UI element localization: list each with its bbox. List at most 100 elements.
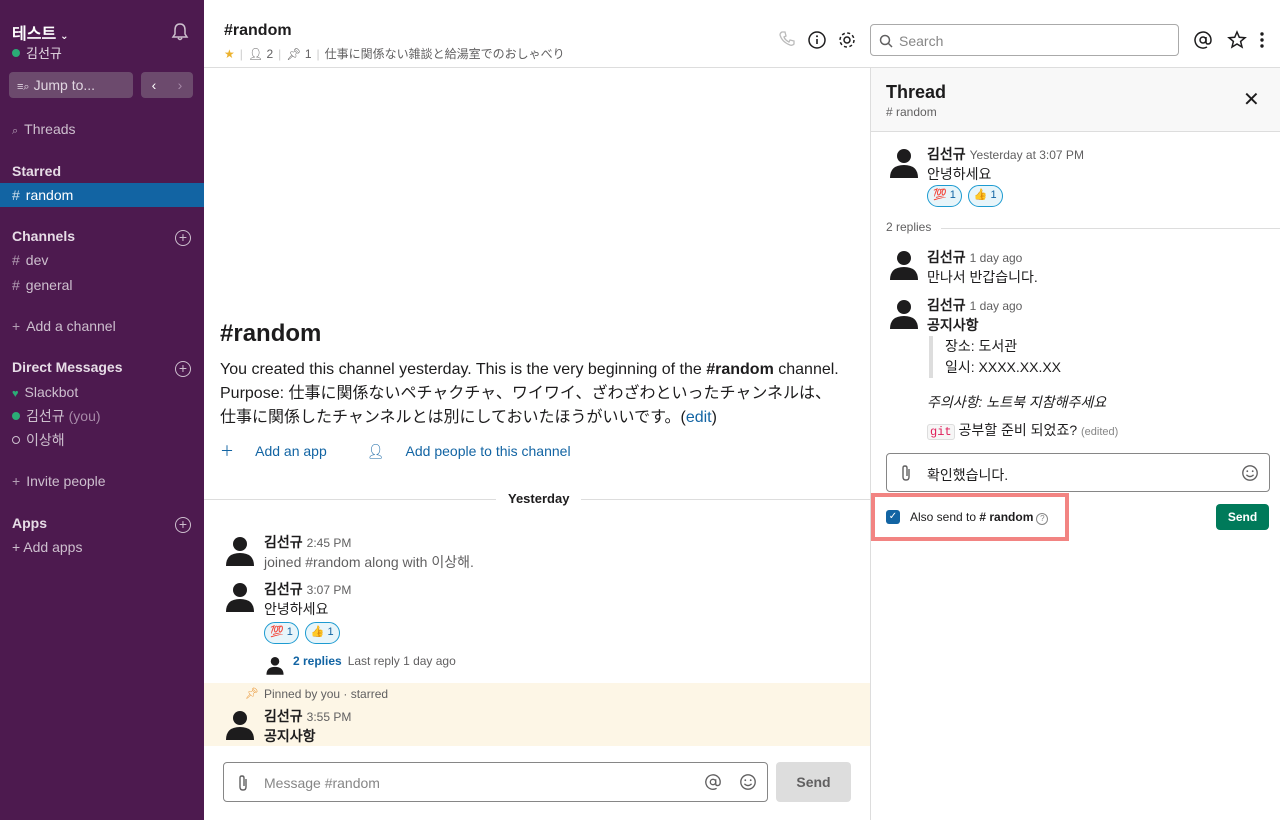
online-status-icon	[12, 49, 20, 57]
add-dm-plus-icon[interactable]: +	[175, 361, 191, 377]
search-input[interactable]: Search	[870, 24, 1179, 56]
also-send-checkbox[interactable]: ✓	[886, 510, 900, 524]
blockquote: 장소: 도서관 일시: XXXX.XX.XX	[929, 336, 1061, 378]
message-author[interactable]: 김선규 3:55 PM	[264, 706, 351, 726]
forward-arrow-icon[interactable]: ›	[167, 72, 193, 98]
avatar[interactable]	[886, 144, 922, 180]
bell-icon[interactable]	[170, 22, 190, 42]
sidebar-item-self[interactable]: 김선규 (you)	[0, 404, 204, 428]
emoji-icon[interactable]	[739, 773, 757, 791]
threads-icon: ⌕	[12, 125, 19, 137]
jump-icon: ≡⌕	[17, 81, 30, 93]
search-icon	[879, 34, 893, 48]
intro-text: You created this channel yesterday. This…	[220, 361, 839, 426]
message-author[interactable]: 김선규 1 day ago	[927, 247, 1022, 267]
star-icon[interactable]: ★	[224, 47, 235, 61]
dm-header[interactable]: Direct Messages	[12, 359, 123, 375]
plus-icon: +	[12, 318, 21, 334]
also-send-label[interactable]: Also send to # random?	[910, 510, 1049, 525]
avatar[interactable]	[886, 246, 922, 282]
pin-icon[interactable]: 📌︎	[286, 47, 301, 61]
channel-meta: ★ | 👤︎ 2 | 📌︎ 1 | 仕事に関係ない雑談と給湯室でのおしゃべり	[224, 47, 565, 61]
thread-title: Thread	[886, 82, 947, 102]
thread-reply-input[interactable]: 확인했습니다.	[886, 453, 1270, 492]
workspace-menu[interactable]: 테스트 ⌄	[12, 20, 69, 44]
inline-code: git	[927, 424, 955, 440]
channel-title[interactable]: #random	[224, 22, 292, 40]
help-icon[interactable]: ?	[1036, 513, 1049, 525]
avatar[interactable]	[222, 532, 258, 568]
attachment-icon[interactable]	[899, 463, 913, 483]
reply-divider	[941, 228, 1280, 229]
message-text: 만나서 반갑습니다.	[927, 269, 1038, 285]
sidebar-item-slackbot[interactable]: ♥ Slackbot	[0, 380, 204, 404]
sidebar-item-dev[interactable]: # dev	[0, 248, 204, 272]
reaction-100[interactable]: 💯 1	[264, 622, 299, 644]
avatar[interactable]	[886, 295, 922, 331]
send-button[interactable]: Send	[776, 762, 851, 802]
emoji-icon[interactable]	[1241, 464, 1259, 482]
message-text: 공지사항	[264, 728, 316, 744]
add-app-link[interactable]: ＋ Add an app	[220, 443, 345, 459]
starred-header[interactable]: Starred	[12, 163, 61, 179]
add-people-link[interactable]: 👤︎ Add people to this channel	[367, 443, 589, 459]
hash-icon: #	[12, 277, 20, 293]
thread-channel-link[interactable]: # random	[886, 105, 937, 119]
message-text: 안녕하세요	[927, 166, 992, 182]
add-apps-button[interactable]: + Add apps	[0, 535, 204, 559]
hash-icon: #	[12, 187, 20, 203]
away-status-icon	[12, 436, 20, 444]
message-text: 안녕하세요	[264, 601, 329, 617]
channels-header[interactable]: Channels	[12, 228, 75, 244]
reaction-100[interactable]: 💯 1	[927, 185, 962, 207]
avatar[interactable]	[222, 706, 258, 742]
apps-header[interactable]: Apps	[12, 515, 47, 531]
online-status-icon	[12, 412, 20, 420]
message-input[interactable]: Message #random	[223, 762, 768, 802]
workspace-user: 김선규	[12, 43, 62, 62]
reaction-thumbsup[interactable]: 👍 1	[967, 185, 1003, 207]
workspace-name: 테스트	[12, 26, 57, 43]
info-icon[interactable]	[807, 30, 827, 50]
sidebar-item-general[interactable]: # general	[0, 273, 204, 297]
plus-icon: +	[12, 473, 21, 489]
gear-icon[interactable]	[837, 30, 857, 50]
star-outline-icon[interactable]	[1227, 30, 1247, 50]
date-divider-label[interactable]: Yesterday	[496, 491, 582, 506]
intro-title: #random	[220, 320, 322, 347]
invite-people-button[interactable]: + Invite people	[0, 469, 204, 493]
intro-actions: ＋ Add an app 👤︎ Add people to this chann…	[220, 441, 607, 461]
sidebar-item-threads[interactable]: ⌕ Threads	[0, 117, 204, 141]
message-author[interactable]: 김선규 3:07 PM	[264, 579, 351, 599]
message-author[interactable]: 김선규 2:45 PM	[264, 532, 351, 552]
attachment-icon[interactable]	[236, 773, 250, 793]
mention-icon[interactable]	[704, 773, 722, 791]
chevron-down-icon: ⌄	[60, 31, 69, 42]
person-icon: 👤︎	[366, 443, 385, 459]
thread-replies-link[interactable]: 2 replies Last reply 1 day ago	[264, 654, 456, 668]
sidebar-item-lee[interactable]: 이상해	[0, 428, 204, 452]
reactions: 💯 1 👍 1	[927, 185, 1005, 207]
add-app-plus-icon[interactable]: +	[175, 517, 191, 533]
message-text: joined #random along with 이상해.	[264, 554, 474, 570]
thread-send-button[interactable]: Send	[1216, 504, 1269, 530]
close-icon[interactable]: ✕	[1243, 90, 1260, 110]
mentions-icon[interactable]	[1193, 30, 1213, 50]
avatar[interactable]	[222, 578, 258, 614]
add-channel-button[interactable]: + Add a channel	[0, 314, 204, 338]
phone-icon[interactable]	[778, 30, 798, 50]
message-author[interactable]: 김선규 Yesterday at 3:07 PM	[927, 144, 1084, 164]
sidebar: 테스트 ⌄ 김선규 ≡⌕ Jump to... ‹ › ⌕ Threads Starr…	[0, 0, 204, 820]
reaction-thumbsup[interactable]: 👍 1	[304, 622, 340, 644]
edit-purpose-link[interactable]: edit	[686, 409, 712, 426]
back-arrow-icon[interactable]: ‹	[141, 72, 167, 98]
message-author[interactable]: 김선규 1 day ago	[927, 295, 1022, 315]
members-icon[interactable]: 👤︎	[248, 47, 263, 61]
sidebar-item-random[interactable]: # random	[0, 183, 204, 207]
add-channel-plus-icon[interactable]: +	[175, 230, 191, 246]
more-vertical-icon[interactable]	[1256, 30, 1276, 50]
jump-to-button[interactable]: ≡⌕ Jump to...	[9, 72, 133, 98]
pin-icon: 📌︎	[245, 688, 259, 700]
channel-topic[interactable]: 仕事に関係ない雑談と給湯室でのおしゃべり	[325, 47, 565, 61]
pinned-label: Pinned by you · starred	[264, 687, 389, 701]
